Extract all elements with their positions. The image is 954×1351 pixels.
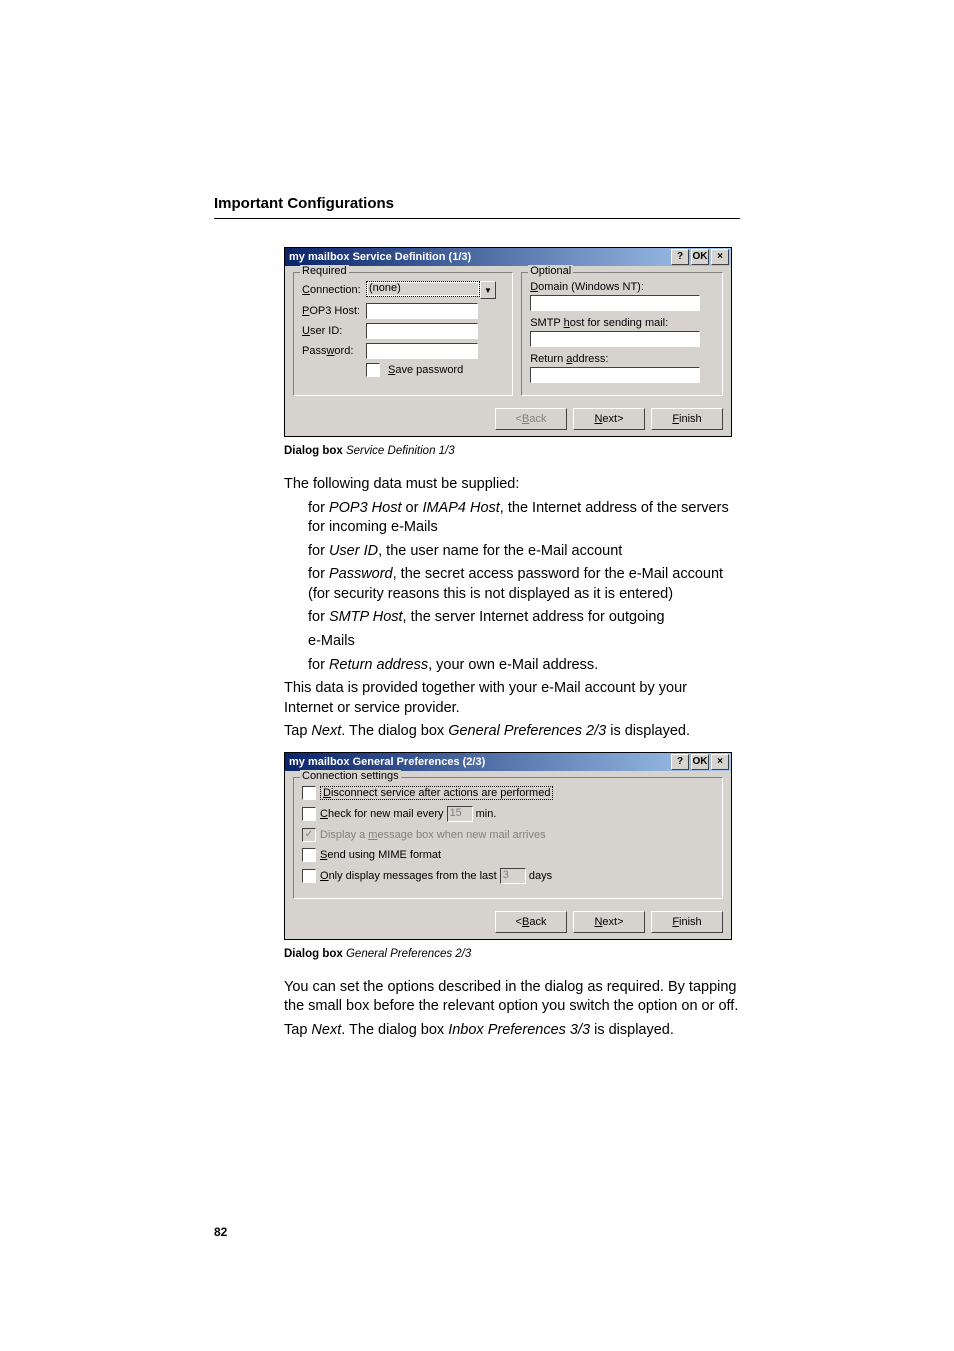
disconnect-label: Disconnect service after actions are per… (320, 786, 553, 800)
optional-legend: Optional (528, 265, 573, 277)
chevron-down-icon[interactable]: ▼ (480, 281, 496, 299)
dialog-screenshot-2: my mailbox General Preferences (2/3) ? O… (284, 752, 732, 940)
body-text-2: You can set the options described in the… (284, 978, 740, 1041)
smtp-label: SMTP host for sending mail: (530, 317, 668, 329)
userid-input[interactable] (366, 323, 478, 339)
required-legend: Required (300, 265, 349, 277)
mime-label: Send using MIME format (320, 849, 441, 861)
back-button-2[interactable]: <Back (495, 911, 567, 933)
title-bar: my mailbox Service Definition (1/3) ? OK… (285, 248, 731, 266)
check-mail-checkbox[interactable] (302, 807, 316, 821)
finish-button-2[interactable]: Finish (651, 911, 723, 933)
pop3-label: POP3 Host: (302, 305, 362, 317)
connection-combo[interactable]: (none) ▼ (366, 281, 496, 299)
close-icon[interactable]: × (711, 754, 729, 770)
only-display-label-a: Only display messages from the last (320, 870, 497, 882)
only-display-label-b: days (529, 870, 552, 882)
check-mail-label-b: min. (476, 808, 497, 820)
display-msgbox-label: Display a message box when new mail arri… (320, 829, 546, 841)
next-button-2[interactable]: Next> (573, 911, 645, 933)
help-icon[interactable]: ? (671, 249, 689, 265)
body-text-1: The following data must be supplied: for… (284, 475, 740, 742)
domain-label: Domain (Windows NT): (530, 281, 644, 293)
save-password-label: Save password (388, 364, 463, 376)
only-display-checkbox[interactable] (302, 869, 316, 883)
connection-settings-legend: Connection settings (300, 770, 401, 782)
close-icon[interactable]: × (711, 249, 729, 265)
display-msgbox-checkbox: ✓ (302, 828, 316, 842)
only-display-value[interactable]: 3 (500, 868, 526, 884)
password-label: Password: (302, 345, 362, 357)
return-input[interactable] (530, 367, 700, 383)
divider (214, 218, 740, 219)
back-button: <Back (495, 408, 567, 430)
caption-1: Dialog box Service Definition 1/3 (284, 445, 740, 457)
mime-checkbox[interactable] (302, 848, 316, 862)
dialog-title-2: my mailbox General Preferences (2/3) (289, 756, 669, 768)
disconnect-checkbox[interactable] (302, 786, 316, 800)
connection-value: (none) (366, 281, 480, 297)
connection-label: Connection: (302, 284, 362, 296)
domain-input[interactable] (530, 295, 700, 311)
pop3-input[interactable] (366, 303, 478, 319)
dialog-title: my mailbox Service Definition (1/3) (289, 251, 669, 263)
smtp-input[interactable] (530, 331, 700, 347)
section-title: Important Configurations (214, 195, 740, 212)
help-icon[interactable]: ? (671, 754, 689, 770)
password-input[interactable] (366, 343, 478, 359)
check-mail-label-a: Check for new mail every (320, 808, 444, 820)
caption-2: Dialog box General Preferences 2/3 (284, 948, 740, 960)
ok-button[interactable]: OK (691, 249, 709, 265)
return-label: Return address: (530, 353, 608, 365)
check-mail-value[interactable]: 15 (447, 806, 473, 822)
save-password-checkbox[interactable] (366, 363, 380, 377)
page-number: 82 (214, 1225, 227, 1239)
userid-label: User ID: (302, 325, 362, 337)
next-button[interactable]: Next> (573, 408, 645, 430)
ok-button[interactable]: OK (691, 754, 709, 770)
finish-button[interactable]: Finish (651, 408, 723, 430)
dialog-screenshot-1: my mailbox Service Definition (1/3) ? OK… (284, 247, 732, 437)
title-bar-2: my mailbox General Preferences (2/3) ? O… (285, 753, 731, 771)
